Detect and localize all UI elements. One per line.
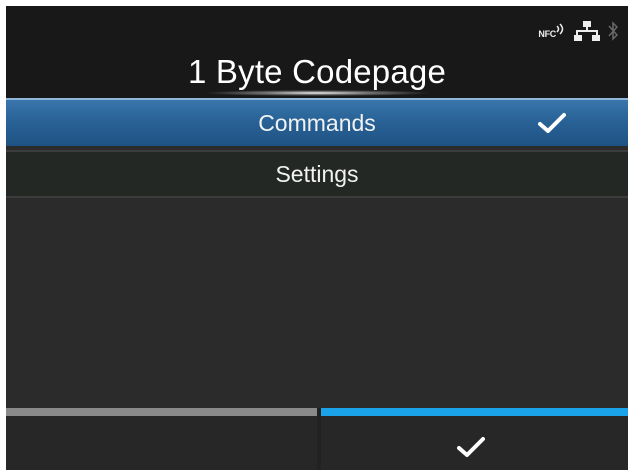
printer-screen: NFC 1 Byte Codepage Commands Settings — [6, 6, 628, 470]
nfc-icon: NFC — [538, 23, 566, 39]
lan-icon — [574, 21, 600, 41]
menu-item-commands[interactable]: Commands — [6, 98, 628, 146]
status-icons: NFC — [538, 20, 618, 42]
menu-list: Commands Settings — [6, 98, 628, 198]
bluetooth-icon — [608, 21, 618, 41]
nfc-waves-icon — [556, 23, 564, 35]
check-icon — [457, 437, 485, 457]
menu-item-label: Commands — [258, 109, 376, 136]
softkey-confirm-button[interactable] — [321, 408, 628, 470]
check-icon — [538, 113, 566, 133]
nfc-label: NFC — [538, 29, 556, 39]
header: NFC 1 Byte Codepage — [6, 6, 628, 102]
page-title: 1 Byte Codepage — [187, 53, 447, 90]
menu-item-settings[interactable]: Settings — [6, 150, 628, 198]
softkey-bar — [6, 408, 628, 470]
softkey-left[interactable] — [6, 408, 317, 470]
menu-item-label: Settings — [275, 160, 359, 187]
title-underline — [206, 90, 428, 96]
